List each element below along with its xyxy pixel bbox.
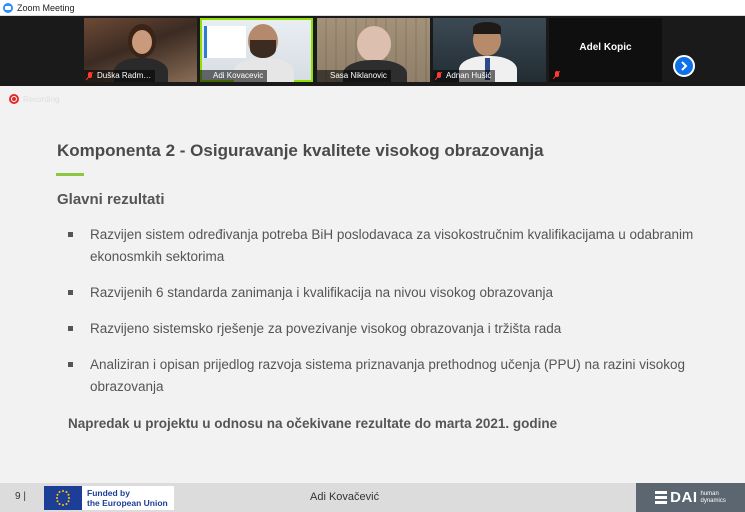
mic-muted-icon xyxy=(86,72,94,80)
presenter-name: Adi Kovačević xyxy=(310,491,380,503)
recording-icon xyxy=(9,94,19,104)
participant-tile[interactable]: Duška Radm… xyxy=(84,18,197,82)
eu-funding-text: Funded by the European Union xyxy=(87,488,168,508)
eu-flag-icon xyxy=(44,486,82,510)
participant-strip: Duška Radm… Adi Kovacevic Sasa Niklanovi… xyxy=(0,16,745,86)
recording-indicator[interactable]: Recording xyxy=(9,94,59,104)
list-item: Analiziran i opisan prijedlog razvoja si… xyxy=(68,354,708,398)
zoom-logo-icon xyxy=(3,2,13,13)
bullet-square-icon xyxy=(68,232,73,237)
bullet-square-icon xyxy=(68,362,73,367)
participant-name-label: Duška Radm… xyxy=(84,70,156,82)
list-item: Razvijen sistem određivanja potreba BiH … xyxy=(68,224,708,268)
list-item: Razvijenih 6 standarda zanimanja i kvali… xyxy=(68,282,708,304)
chevron-right-icon xyxy=(681,61,688,71)
bullet-square-icon xyxy=(68,290,73,295)
mic-muted-icon xyxy=(435,72,443,80)
page-number: 9 | xyxy=(15,491,26,502)
dai-logo-icon xyxy=(655,491,668,504)
participant-tile[interactable]: Adi Kovacevic xyxy=(200,18,313,82)
slide-footer: 9 | Funded by the European Union Adi Kov… xyxy=(0,483,745,512)
participant-tile[interactable]: Adel Kopic xyxy=(549,18,662,82)
participant-name-label: Adi Kovacevic xyxy=(200,70,268,82)
slide-title: Komponenta 2 - Osiguravanje kvalitete vi… xyxy=(57,141,544,160)
eu-funding-badge: Funded by the European Union xyxy=(44,486,174,510)
participant-tile[interactable]: Adnan Hušić xyxy=(433,18,546,82)
title-accent-bar xyxy=(56,173,84,176)
participant-tile[interactable]: Sasa Niklanovic xyxy=(317,18,430,82)
window-title: Zoom Meeting xyxy=(17,2,75,13)
dai-logo: DAI human dynamics xyxy=(636,483,745,512)
window-titlebar: Zoom Meeting xyxy=(0,0,745,16)
results-list: Razvijen sistem određivanja potreba BiH … xyxy=(68,224,708,412)
participant-name-label: Sasa Niklanovic xyxy=(317,70,391,82)
bullet-square-icon xyxy=(68,326,73,331)
next-page-button[interactable] xyxy=(673,55,695,77)
mic-muted-icon xyxy=(553,71,561,79)
slide-conclusion: Napredak u projektu u odnosu na očekivan… xyxy=(68,416,558,431)
participant-name-label: Adnan Hušić xyxy=(433,70,496,82)
list-item: Razvijeno sistemsko rješenje za poveziva… xyxy=(68,318,708,340)
recording-label: Recording xyxy=(23,94,60,104)
slide-subheading: Glavni rezultati xyxy=(57,191,165,208)
participant-name-label: Adel Kopic xyxy=(579,42,632,53)
